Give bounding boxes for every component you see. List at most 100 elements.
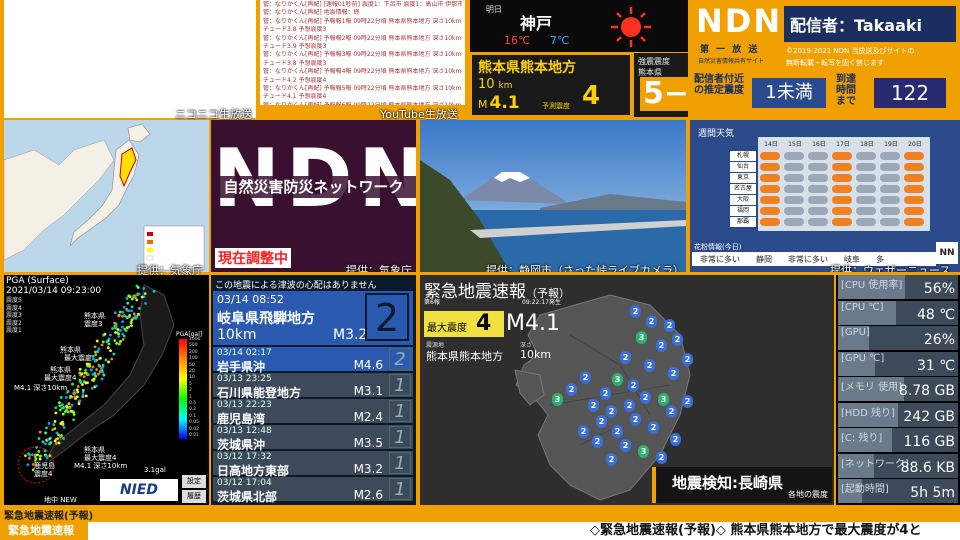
weekly-title: 週間天気 (698, 129, 735, 139)
pga-station (93, 345, 97, 349)
live-camera: 提供：静岡市（さった峠ライブカメラ） (420, 120, 686, 272)
quake-list-row: 03/13 12:48 茨城県沖 M3.5 1 (213, 425, 413, 452)
weather-icon (808, 174, 828, 182)
intensity-marker: 2 (612, 425, 623, 438)
comment-line: 管：なりかくん[再配] 地震情報：終 (263, 9, 360, 17)
comment-line: チュード3.8 予想震度3 (263, 59, 327, 67)
comment-line: チュード4.1 予想震度4 (263, 93, 327, 101)
weekly-city: 福岡 (730, 206, 756, 216)
pga-station (68, 396, 72, 400)
intensity-marker: 2 (670, 433, 681, 446)
weather-city: 神戸 (520, 14, 553, 33)
stat-label: [GPU] (841, 327, 870, 338)
intensity-marker: 2 (672, 333, 683, 346)
pga-station (121, 314, 124, 318)
pga-station (65, 405, 69, 409)
weekly-row: 札幌 (700, 151, 930, 161)
weekly-weather: 週間天気 14日 15日 16日 17日 18日 19日 20日 札幌 仙台 東京 名古屋 大阪 福岡… (690, 120, 960, 272)
weather-icon (856, 152, 876, 160)
weather-icon (784, 185, 804, 193)
pga-station (94, 350, 97, 354)
weather-icon (760, 174, 780, 182)
pga-station (100, 377, 104, 381)
ndn-copyright: ©2019-2021 NDN 当放送及びサイトの (786, 47, 915, 55)
pollen-item: 静岡 (756, 255, 772, 264)
ticker-tag: 緊急地震速報 (0, 522, 88, 540)
weather-icon (808, 152, 828, 160)
pga-station (53, 427, 57, 431)
adjusting-label: 現在調整中 (215, 248, 291, 268)
pga-station (80, 372, 84, 376)
latest-depth: 10km (217, 327, 257, 343)
pga-station (93, 371, 97, 375)
pga-station (90, 386, 94, 390)
pga-station (116, 328, 120, 331)
pga-station (76, 384, 80, 388)
pga-station (121, 310, 125, 314)
quake-intensity: 1 (389, 426, 411, 448)
intensity-marker: 2 (644, 359, 655, 372)
stat-label: [起動時間] (841, 484, 889, 495)
pga-station (123, 327, 127, 331)
pga-station (152, 289, 156, 293)
weekly-row: 大阪 (700, 195, 930, 205)
stat-row: [HDD 残り] 242 GB (838, 402, 958, 428)
pga-station (127, 325, 131, 329)
weekly-city: 札幌 (730, 151, 756, 161)
pga-station (75, 395, 79, 399)
stat-label: [メモリ 使用] (841, 382, 902, 393)
pga-station (75, 388, 79, 392)
eew-depth: 10km (520, 348, 552, 361)
weather-icon (832, 196, 852, 204)
pga-hint: 地中 NEW (44, 496, 77, 504)
weather-high: 16℃ (504, 34, 531, 47)
intensity-marker: 2 (620, 439, 631, 452)
pga-station (44, 431, 47, 435)
pga-station (81, 393, 85, 397)
weather-icon (904, 174, 924, 182)
intensity-marker: 2 (606, 405, 617, 418)
pga-station (114, 325, 118, 328)
pga-station (125, 296, 129, 300)
intensity-marker: 3 (636, 331, 647, 344)
quake-magnitude: M 4.1 (478, 93, 520, 113)
stat-row: [ネットワーク] 88.6 KB (838, 453, 958, 479)
pga-scale-tick: 0.01 (189, 433, 200, 439)
system-stats: [CPU 使用率] 56% [CPU ℃] 48 ℃ [GPU] 26% [GPU ℃] 31… (836, 275, 960, 505)
pga-station (58, 404, 62, 408)
pga-station (91, 354, 95, 358)
pga-station (97, 372, 100, 376)
weekly-city: 仙台 (730, 162, 756, 172)
pga-station (45, 456, 49, 460)
ndn-header: NDN 配信者：Takaaki 第 一 放 送 自然災害情報共有サイト ©201… (690, 0, 960, 118)
intensity-marker: 3 (612, 373, 623, 386)
quake-time: 03/14 02:17 (217, 348, 272, 358)
pollen-item: 非常に多い (788, 255, 828, 264)
eew-max-box: 最大震度 4 (424, 311, 504, 337)
pga-station (56, 437, 59, 441)
quake-mag: M2.4 (353, 410, 383, 424)
weather-icon (856, 163, 876, 171)
pga-station (97, 347, 101, 351)
pga-station (94, 374, 98, 378)
pga-station (122, 305, 126, 309)
settings-button[interactable]: 設定 (182, 475, 206, 488)
pga-station (37, 437, 41, 440)
pga-station (121, 325, 124, 329)
history-button[interactable]: 履歴 (182, 490, 206, 503)
pga-station (107, 342, 111, 346)
weather-icon (904, 163, 924, 171)
weekly-city: 那覇 (730, 217, 756, 227)
intensity-marker: 2 (600, 387, 611, 400)
quake-intensity: 1 (389, 478, 411, 500)
comment-line: 管：なりかくん[再配] 予報報1報 09時22分頃 熊本県熊本地方 深さ10km… (263, 17, 462, 25)
pga-station (112, 352, 116, 356)
comment-line: 管：なりかくん[再配] 予報報3報 09時22分頃 熊本県熊本地方 深さ10km… (263, 51, 462, 59)
weather-icon (904, 152, 924, 160)
weather-icon (856, 218, 876, 226)
ndn-copyright-2: 無断転載・転写を固く禁じます (786, 59, 884, 67)
eew-report: 第6報 (424, 299, 440, 306)
pga-station (137, 307, 141, 310)
pga-label: 最大震度4 (44, 373, 77, 383)
pga-station (101, 370, 105, 374)
